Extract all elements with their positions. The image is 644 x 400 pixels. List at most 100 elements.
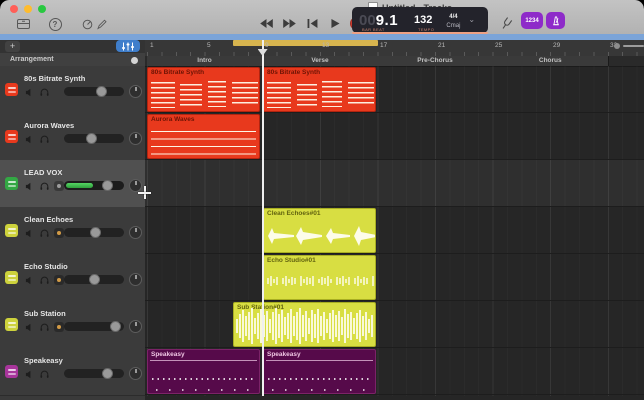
solo-button[interactable] [39, 369, 49, 379]
input-monitor-button[interactable] [54, 322, 64, 332]
track-row-80s-bitrate-synth[interactable]: 80s Bitrate Synth [0, 66, 145, 114]
pan-knob[interactable] [129, 367, 142, 380]
chevron-down-icon[interactable]: ⌄ [468, 16, 475, 24]
lcd-ghost-digits: 00 [359, 11, 376, 29]
section-verse[interactable]: Verse [262, 56, 379, 66]
mute-button[interactable] [24, 322, 34, 332]
track-row-lead-vox[interactable]: LEAD VOX [0, 160, 145, 208]
lane-echo-studio: Echo Studio#01 [145, 254, 644, 301]
solo-button[interactable] [39, 134, 49, 144]
track-name: Clean Echoes [24, 215, 74, 224]
pan-knob[interactable] [129, 85, 142, 98]
timeline-area: 1 5 9 13 17 21 25 29 33 Intro Verse Pre-… [145, 40, 644, 400]
lcd-bar-beat: 9.1 [375, 11, 399, 29]
track-name: 80s Bitrate Synth [24, 74, 86, 83]
tuning-fork-icon[interactable] [499, 16, 513, 30]
pan-knob[interactable] [129, 273, 142, 286]
mouse-crosshair-cursor [138, 186, 151, 199]
volume-slider[interactable] [64, 180, 124, 191]
track-name: Sub Station [24, 309, 66, 318]
solo-button[interactable] [39, 275, 49, 285]
lcd-signature-block: 4/4 Cmaj [446, 11, 460, 29]
cycle-region[interactable] [233, 40, 378, 46]
metronome-button[interactable] [546, 12, 565, 29]
section-chorus[interactable]: Chorus [492, 56, 609, 66]
library-icon[interactable] [16, 17, 30, 31]
waveform [236, 308, 373, 344]
play-button[interactable] [327, 16, 343, 30]
mute-button[interactable] [24, 228, 34, 238]
solo-button[interactable] [39, 228, 49, 238]
vocal-track-icon [5, 177, 18, 190]
solo-button[interactable] [39, 87, 49, 97]
song-end-marker[interactable] [614, 43, 620, 49]
track-controls [24, 134, 49, 144]
track-name: LEAD VOX [24, 168, 63, 177]
track-row-echo-studio[interactable]: Echo Studio [0, 254, 145, 302]
input-monitor-button[interactable] [54, 228, 64, 238]
lane-clean-echoes: Clean Echoes#01 [145, 207, 644, 254]
mixer-button[interactable] [116, 40, 140, 52]
bar-ruler[interactable]: 1 5 9 13 17 21 25 29 33 [145, 40, 644, 57]
arrangement-options-icon[interactable] [131, 56, 138, 64]
section-pre-chorus[interactable]: Pre-Chorus [377, 56, 494, 66]
input-monitor-button[interactable] [54, 181, 64, 191]
editors-icon[interactable] [94, 17, 108, 31]
mute-button[interactable] [24, 275, 34, 285]
lcd-tempo: 132 [414, 14, 433, 26]
lcd-key: Cmaj [446, 23, 461, 29]
volume-slider[interactable] [64, 86, 124, 97]
audio-region[interactable]: Clean Echoes#01 [263, 208, 376, 253]
arrangement-track-header[interactable]: Arrangement [0, 53, 145, 67]
audio-track-icon [5, 224, 18, 237]
midi-region[interactable]: Aurora Waves [147, 114, 260, 159]
mute-button[interactable] [24, 87, 34, 97]
audio-region[interactable]: Sub Station#01 [233, 302, 376, 347]
midi-region[interactable]: Speakeasy [147, 349, 260, 394]
volume-slider[interactable] [64, 133, 124, 144]
pan-knob[interactable] [129, 226, 142, 239]
mute-button[interactable] [24, 181, 34, 191]
track-row-aurora-waves[interactable]: Aurora Waves [0, 113, 145, 161]
pan-knob[interactable] [129, 132, 142, 145]
track-controls [24, 228, 64, 238]
fast-forward-button[interactable] [281, 16, 297, 30]
input-monitor-button[interactable] [54, 275, 64, 285]
track-row-speakeasy[interactable]: Speakeasy [0, 348, 145, 396]
minimize-button[interactable] [24, 5, 32, 13]
add-track-button[interactable]: + [5, 41, 20, 52]
audio-region[interactable]: Echo Studio#01 [263, 255, 376, 300]
solo-button[interactable] [39, 322, 49, 332]
pan-knob[interactable] [129, 320, 142, 333]
track-name: Echo Studio [24, 262, 68, 271]
go-to-beginning-button[interactable] [304, 16, 320, 30]
close-button[interactable] [10, 5, 18, 13]
count-in-button[interactable]: 1234 [521, 12, 543, 29]
volume-slider[interactable] [64, 227, 124, 238]
midi-region[interactable]: 80s Bitrate Synth [263, 67, 376, 112]
track-row-sub-station[interactable]: Sub Station [0, 301, 145, 349]
waveform [267, 276, 374, 286]
rewind-button[interactable] [258, 16, 274, 30]
mute-button[interactable] [24, 134, 34, 144]
lcd-display[interactable]: 00 9.1 BAR BEAT 132 TEMPO 4/4 Cmaj ⌄ [352, 7, 488, 33]
lane-aurora-waves: Aurora Waves [145, 113, 644, 160]
song-end-line [623, 45, 644, 47]
solo-button[interactable] [39, 181, 49, 191]
track-controls [24, 275, 64, 285]
playhead[interactable] [262, 40, 264, 396]
midi-region[interactable]: Speakeasy [263, 349, 376, 394]
midi-region[interactable]: 80s Bitrate Synth [147, 67, 260, 112]
volume-slider[interactable] [64, 274, 124, 285]
lane-80s-bitrate-synth: 80s Bitrate Synth 80s Bitrate Synth [145, 66, 644, 113]
smart-controls-icon[interactable] [80, 17, 94, 31]
track-row-clean-echoes[interactable]: Clean Echoes [0, 207, 145, 255]
volume-slider[interactable] [64, 321, 124, 332]
track-controls [24, 369, 49, 379]
mute-button[interactable] [24, 369, 34, 379]
section-intro[interactable]: Intro [147, 56, 263, 66]
quick-help-icon[interactable]: ? [48, 17, 62, 31]
zoom-button[interactable] [38, 5, 46, 13]
volume-slider[interactable] [64, 368, 124, 379]
audio-track-icon [5, 318, 18, 331]
